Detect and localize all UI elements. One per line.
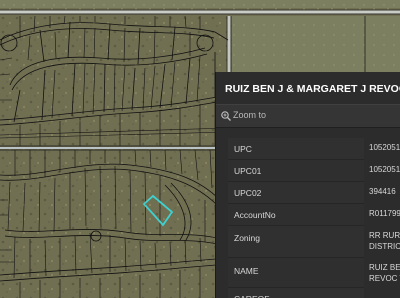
attr-value: R011799 — [369, 209, 400, 218]
attr-key: Zoning — [228, 226, 364, 258]
north-field — [0, 0, 400, 8]
attr-key: NAME — [228, 258, 364, 288]
popup-toolbar: Zoom to — [216, 104, 400, 128]
zoom-to-button[interactable]: Zoom to — [233, 109, 266, 122]
east-field — [232, 16, 400, 76]
attr-key: CAREOF — [228, 288, 364, 298]
attr-value-line-1: RUIZ BEN — [369, 263, 400, 272]
attr-value-line-1: RR RURA — [369, 231, 400, 240]
attr-key: AccountNo — [228, 204, 364, 226]
attr-value: 1052051 — [369, 143, 400, 152]
zoom-icon[interactable] — [220, 110, 232, 122]
attr-value-line-2: REVOC T — [369, 274, 400, 283]
attr-key: UPC02 — [228, 182, 364, 204]
attr-value: 394416 — [369, 187, 396, 196]
attr-key: UPC — [228, 138, 364, 160]
parcel-popup: RUIZ BEN J & MARGARET J REVOC T Zoom to … — [215, 72, 400, 298]
popup-title: RUIZ BEN J & MARGARET J REVOC T — [225, 83, 400, 95]
attr-value: 1052051 — [369, 165, 400, 174]
attr-value-line-2: DISTRICT — [369, 242, 400, 251]
attr-key: UPC01 — [228, 160, 364, 182]
